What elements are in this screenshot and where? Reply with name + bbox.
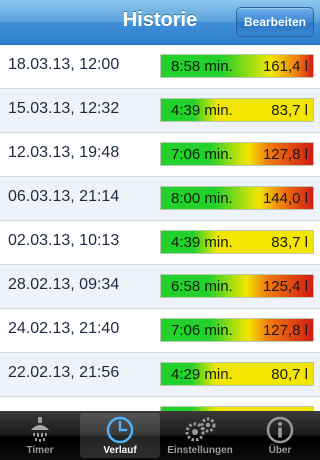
water-volume: 144,0 l (262, 190, 308, 207)
tab-label: Einstellungen (167, 445, 233, 456)
tab-verlauf[interactable]: Verlauf (80, 413, 160, 458)
history-row[interactable] (0, 397, 320, 411)
tab--ber[interactable]: Über (240, 413, 320, 458)
shower-icon (0, 416, 80, 447)
usage-gauge-bar: 4:39 min. 83,7 l (160, 98, 314, 122)
history-list[interactable]: 18.03.13, 12:00 8:58 min. 161,4 l 15.03.13,… (0, 45, 320, 411)
tab-bar: Timer Verlauf Einstellungen Über (0, 411, 320, 460)
history-row[interactable]: 22.02.13, 21:56 4:29 min. 80,7 l (0, 353, 320, 397)
history-date: 28.02.13, 09:34 (8, 276, 120, 293)
tab-timer[interactable]: Timer (0, 413, 80, 458)
shower-duration: 7:06 min. (171, 146, 233, 163)
edit-button[interactable]: Bearbeiten (236, 7, 314, 37)
navigation-bar: Historie Bearbeiten (0, 0, 320, 45)
usage-gauge-bar: 6:58 min. 125,4 l (160, 274, 314, 298)
history-row[interactable]: 24.02.13, 21:40 7:06 min. 127,8 l (0, 309, 320, 353)
history-row[interactable]: 12.03.13, 19:48 7:06 min. 127,8 l (0, 133, 320, 177)
water-volume: 83,7 l (271, 234, 308, 251)
history-date: 06.03.13, 21:14 (8, 188, 120, 205)
history-date: 02.03.13, 10:13 (8, 232, 120, 249)
history-row[interactable]: 06.03.13, 21:14 8:00 min. 144,0 l (0, 177, 320, 221)
history-date: 15.03.13, 12:32 (8, 100, 120, 117)
shower-duration: 8:58 min. (171, 58, 233, 75)
history-date: 12.03.13, 19:48 (8, 144, 120, 161)
shower-duration: 7:06 min. (171, 322, 233, 339)
water-volume: 125,4 l (262, 278, 308, 295)
tab-label: Über (268, 445, 292, 456)
usage-gauge-bar: 4:29 min. 80,7 l (160, 362, 314, 386)
shower-duration: 4:39 min. (171, 102, 233, 119)
history-date: 18.03.13, 12:00 (8, 56, 120, 73)
history-date: 22.02.13, 21:56 (8, 364, 120, 381)
water-volume: 83,7 l (271, 102, 308, 119)
usage-gauge-bar: 8:00 min. 144,0 l (160, 186, 314, 210)
shower-duration: 6:58 min. (171, 278, 233, 295)
tab-label: Timer (26, 445, 54, 456)
water-volume: 127,8 l (262, 146, 308, 163)
water-volume: 161,4 l (262, 58, 308, 75)
shower-duration: 4:39 min. (171, 234, 233, 251)
usage-gauge-bar: 8:58 min. 161,4 l (160, 54, 314, 78)
history-row[interactable]: 15.03.13, 12:32 4:39 min. 83,7 l (0, 89, 320, 133)
shower-duration: 8:00 min. (171, 190, 233, 207)
history-row[interactable]: 18.03.13, 12:00 8:58 min. 161,4 l (0, 45, 320, 89)
tab-label: Verlauf (103, 445, 137, 456)
history-row[interactable]: 28.02.13, 09:34 6:58 min. 125,4 l (0, 265, 320, 309)
water-volume: 80,7 l (271, 366, 308, 383)
usage-gauge-bar: 7:06 min. 127,8 l (160, 318, 314, 342)
water-volume: 127,8 l (262, 322, 308, 339)
usage-gauge-bar: 4:39 min. 83,7 l (160, 230, 314, 254)
tab-einstellungen[interactable]: Einstellungen (160, 413, 240, 458)
usage-gauge-bar: 7:06 min. 127,8 l (160, 142, 314, 166)
history-date: 24.02.13, 21:40 (8, 320, 120, 337)
shower-duration: 4:29 min. (171, 366, 233, 383)
history-row[interactable]: 02.03.13, 10:13 4:39 min. 83,7 l (0, 221, 320, 265)
